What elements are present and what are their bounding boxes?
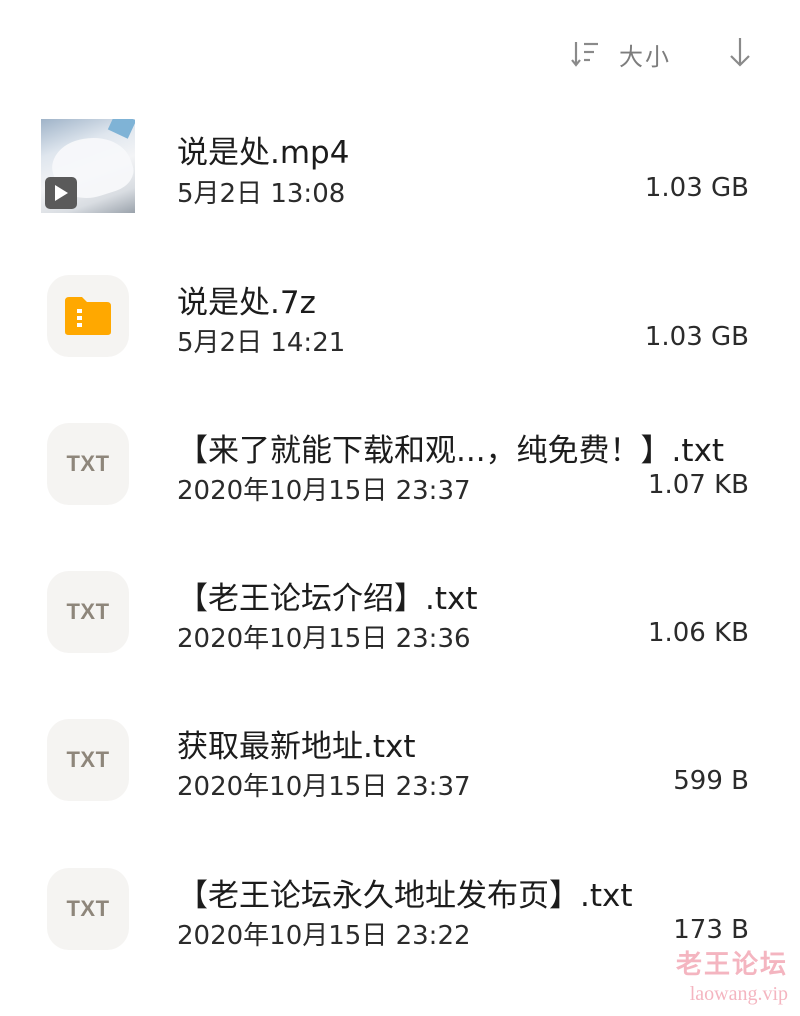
file-name: 说是处.mp4 xyxy=(177,135,350,171)
txt-file-icon: TXT xyxy=(47,571,129,653)
txt-file-icon: TXT xyxy=(47,868,129,950)
txt-icon-label: TXT xyxy=(66,599,110,624)
txt-icon-label: TXT xyxy=(66,747,110,772)
watermark: 老王论坛 laowang.vip xyxy=(676,944,788,1006)
file-date: 5月2日 14:21 xyxy=(177,328,346,358)
sort-direction-button[interactable] xyxy=(720,34,760,74)
file-name: 【来了就能下载和观...，纯免费！】.txt xyxy=(177,433,725,469)
file-date: 5月2日 13:08 xyxy=(177,179,346,209)
play-icon xyxy=(45,177,77,209)
sort-by-size-button[interactable]: 大小 xyxy=(565,34,685,74)
file-name: 【老王论坛介绍】.txt xyxy=(177,581,478,617)
video-thumbnail xyxy=(41,119,135,213)
file-size: 599 B xyxy=(673,766,749,796)
file-name: 说是处.7z xyxy=(177,285,316,321)
list-item[interactable]: 说是处.mp4 5月2日 13:08 1.03 GB xyxy=(0,119,800,267)
file-date: 2020年10月15日 23:37 xyxy=(177,772,471,802)
txt-icon-label: TXT xyxy=(66,451,110,476)
file-size: 1.06 KB xyxy=(647,618,749,648)
list-item[interactable]: TXT 【来了就能下载和观...，纯免费！】.txt 2020年10月15日 2… xyxy=(0,423,800,571)
list-item[interactable]: TXT 获取最新地址.txt 2020年10月15日 23:37 599 B xyxy=(0,719,800,867)
archive-icon xyxy=(47,275,129,357)
file-date: 2020年10月15日 23:22 xyxy=(177,921,471,951)
file-size: 1.03 GB xyxy=(644,322,749,352)
file-name: 获取最新地址.txt xyxy=(177,729,416,765)
file-date: 2020年10月15日 23:36 xyxy=(177,624,471,654)
file-size: 173 B xyxy=(673,915,749,945)
file-size: 1.03 GB xyxy=(644,173,749,203)
sort-list-icon xyxy=(565,34,605,74)
file-date: 2020年10月15日 23:37 xyxy=(177,476,471,506)
sort-toolbar: 大小 xyxy=(565,34,765,74)
txt-file-icon: TXT xyxy=(47,719,129,801)
sort-label: 大小 xyxy=(619,42,671,71)
file-name: 【老王论坛永久地址发布页】.txt xyxy=(177,878,633,914)
list-item[interactable]: TXT 【老王论坛介绍】.txt 2020年10月15日 23:36 1.06 … xyxy=(0,571,800,719)
file-size: 1.07 KB xyxy=(647,470,749,500)
txt-icon-label: TXT xyxy=(66,896,110,921)
list-item[interactable]: 说是处.7z 5月2日 14:21 1.03 GB xyxy=(0,275,800,423)
arrow-down-icon xyxy=(726,36,754,72)
watermark-title: 老王论坛 xyxy=(675,950,788,980)
txt-file-icon: TXT xyxy=(47,423,129,505)
watermark-url: laowang.vip xyxy=(689,983,788,1005)
